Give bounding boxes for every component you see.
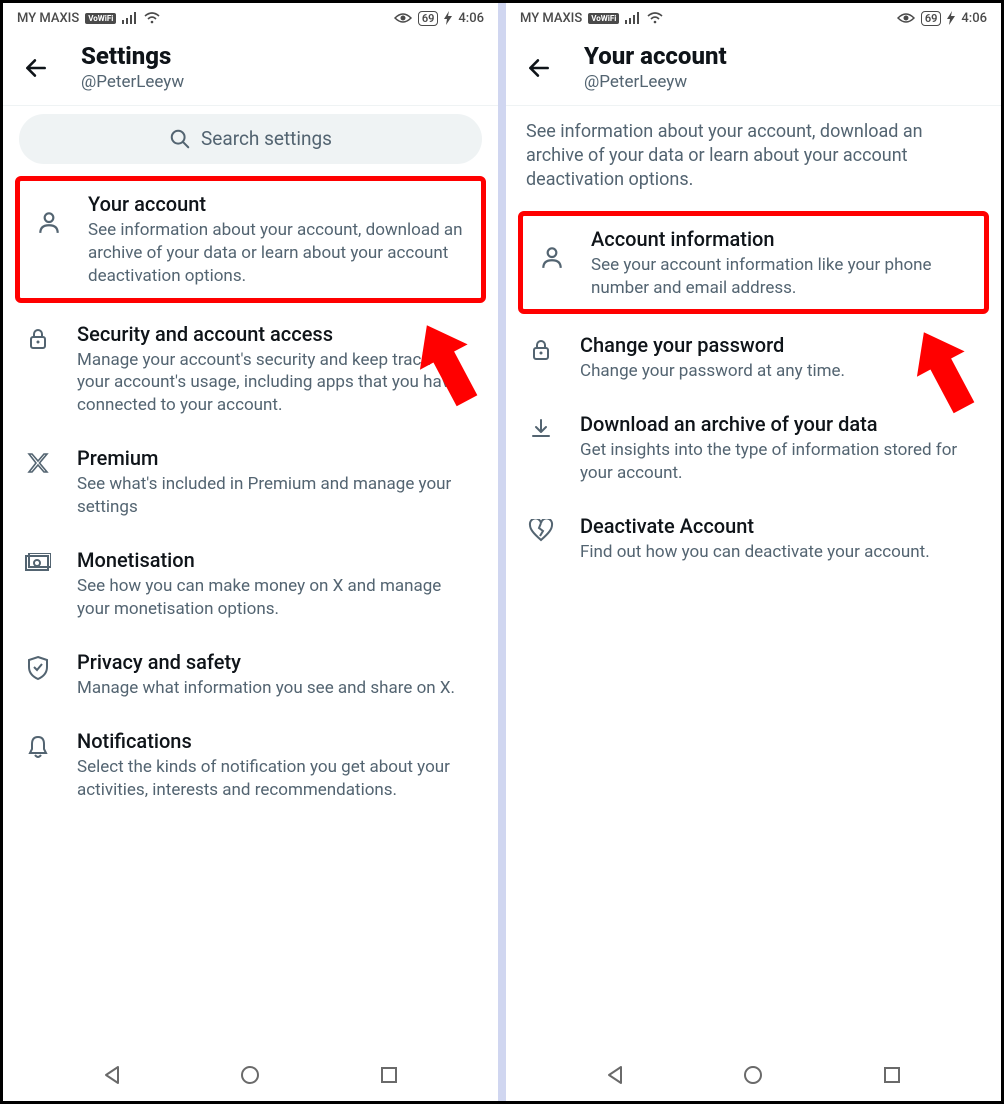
item-title: Monetisation xyxy=(77,547,478,573)
arrow-left-icon xyxy=(526,55,552,81)
back-button[interactable] xyxy=(19,51,53,85)
nav-back-button[interactable] xyxy=(598,1058,632,1092)
item-desc: See information about your account, down… xyxy=(88,219,473,288)
nav-recents-button[interactable] xyxy=(372,1058,406,1092)
settings-item-notifications[interactable]: Notifications Select the kinds of notifi… xyxy=(3,714,498,816)
battery-badge: 69 xyxy=(418,11,439,26)
signal-icon xyxy=(122,12,138,24)
account-item-information[interactable]: Account information See your account inf… xyxy=(531,226,976,300)
eye-icon xyxy=(394,12,412,24)
nav-back-button[interactable] xyxy=(95,1058,129,1092)
item-desc: See what's included in Premium and manag… xyxy=(77,473,478,519)
signal-icon xyxy=(625,12,641,24)
bolt-icon xyxy=(947,11,955,25)
wifi-icon xyxy=(144,12,160,24)
back-button[interactable] xyxy=(522,51,556,85)
carrier-label: MY MAXIS xyxy=(520,11,582,26)
carrier-label: MY MAXIS xyxy=(17,11,79,26)
wifi-icon xyxy=(647,12,663,24)
arrow-left-icon xyxy=(23,55,49,81)
annotation-arrow-icon xyxy=(413,320,483,410)
item-title: Premium xyxy=(77,445,478,471)
page-title: Your account xyxy=(584,43,985,71)
annotation-highlight-box: Account information See your account inf… xyxy=(518,211,989,315)
nav-home-button[interactable] xyxy=(736,1058,770,1092)
item-title: Your account xyxy=(88,191,473,217)
item-desc: Find out how you can deactivate your acc… xyxy=(580,541,981,564)
person-icon xyxy=(537,244,567,270)
phone-screenshot-left: MY MAXIS VoWiFi 69 4:06 Settings xyxy=(3,3,498,1101)
nav-recents-button[interactable] xyxy=(875,1058,909,1092)
page-title: Settings xyxy=(81,43,482,71)
settings-item-privacy[interactable]: Privacy and safety Manage what informati… xyxy=(3,635,498,714)
search-placeholder: Search settings xyxy=(201,127,332,150)
vowifi-badge: VoWiFi xyxy=(588,13,619,24)
search-icon xyxy=(169,128,191,150)
page-header: Settings @PeterLeeyw xyxy=(3,33,498,106)
download-icon xyxy=(526,417,556,441)
annotation-arrow-icon xyxy=(910,327,980,417)
settings-item-monetisation[interactable]: Monetisation See how you can make money … xyxy=(3,533,498,635)
annotation-highlight-box: Your account See information about your … xyxy=(15,176,486,303)
bell-icon xyxy=(23,734,53,760)
page-header: Your account @PeterLeeyw xyxy=(506,33,1001,106)
shield-check-icon xyxy=(23,655,53,681)
battery-badge: 69 xyxy=(921,11,942,26)
item-title: Account information xyxy=(591,226,976,252)
bolt-icon xyxy=(444,11,452,25)
clock-label: 4:06 xyxy=(458,11,484,26)
heartbreak-icon xyxy=(526,519,556,543)
status-bar: MY MAXIS VoWiFi 69 4:06 xyxy=(506,3,1001,33)
status-bar: MY MAXIS VoWiFi 69 4:06 xyxy=(3,3,498,33)
item-title: Deactivate Account xyxy=(580,513,981,539)
item-title: Privacy and safety xyxy=(77,649,478,675)
page-description: See information about your account, down… xyxy=(506,106,1001,207)
item-desc: Manage what information you see and shar… xyxy=(77,677,478,700)
money-icon xyxy=(23,553,53,573)
person-icon xyxy=(34,209,64,235)
item-desc: Get insights into the type of informatio… xyxy=(580,439,981,485)
vowifi-badge: VoWiFi xyxy=(85,13,116,24)
clock-label: 4:06 xyxy=(961,11,987,26)
account-item-deactivate[interactable]: Deactivate Account Find out how you can … xyxy=(506,499,1001,578)
page-subtitle: @PeterLeeyw xyxy=(584,71,985,93)
item-desc: See how you can make money on X and mana… xyxy=(77,575,478,621)
page-subtitle: @PeterLeeyw xyxy=(81,71,482,93)
nav-home-button[interactable] xyxy=(233,1058,267,1092)
android-nav-bar xyxy=(506,1049,1001,1101)
key-lock-icon xyxy=(526,338,556,362)
android-nav-bar xyxy=(3,1049,498,1101)
item-desc: See your account information like your p… xyxy=(591,254,976,300)
phone-screenshot-right: MY MAXIS VoWiFi 69 4:06 Your account xyxy=(506,3,1001,1101)
item-desc: Select the kinds of notification you get… xyxy=(77,756,478,802)
x-logo-icon xyxy=(23,451,53,475)
screenshot-divider xyxy=(498,3,506,1101)
settings-item-premium[interactable]: Premium See what's included in Premium a… xyxy=(3,431,498,533)
lock-icon xyxy=(23,327,53,351)
account-list: Account information See your account inf… xyxy=(506,207,1001,1049)
settings-item-your-account[interactable]: Your account See information about your … xyxy=(28,191,473,288)
eye-icon xyxy=(897,12,915,24)
search-input[interactable]: Search settings xyxy=(19,114,482,164)
item-title: Notifications xyxy=(77,728,478,754)
settings-list: Your account See information about your … xyxy=(3,172,498,1049)
